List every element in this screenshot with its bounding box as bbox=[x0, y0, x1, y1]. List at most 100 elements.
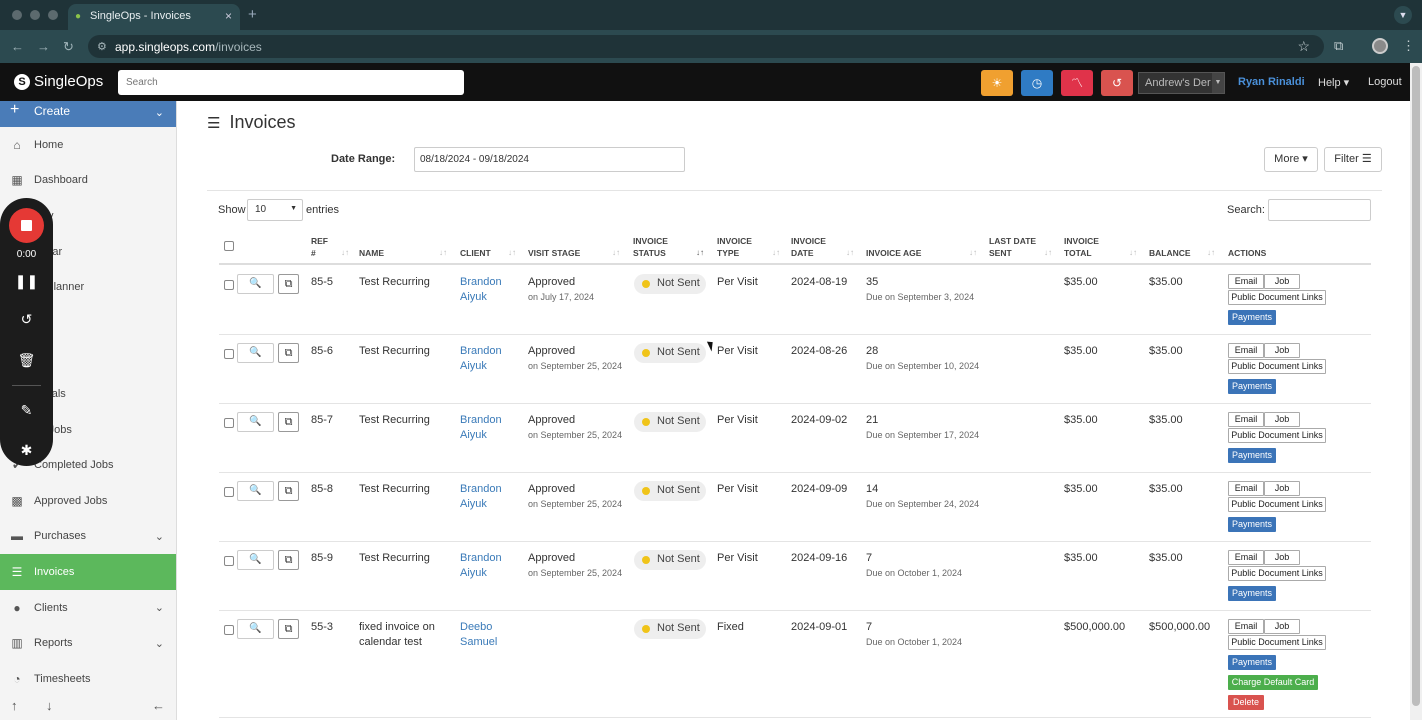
client-link[interactable]: Brandon Aiyuk bbox=[460, 275, 502, 305]
app-logo[interactable]: S SingleOps bbox=[14, 73, 103, 90]
new-tab-icon[interactable]: + bbox=[248, 6, 257, 23]
col-invoice-age[interactable]: INVOICE AGE ↓↑ bbox=[866, 247, 977, 259]
col-ref[interactable]: REF # ↓↑ bbox=[311, 235, 349, 259]
url-field[interactable]: ⚙ app.singleops.com/invoices ☆ bbox=[88, 35, 1324, 58]
view-button[interactable]: 🔍 bbox=[237, 274, 274, 294]
profile-avatar[interactable] bbox=[1372, 38, 1388, 54]
help-menu[interactable]: Help ▾ bbox=[1318, 76, 1349, 89]
extensions-icon[interactable]: ⧉ bbox=[1334, 38, 1343, 54]
pencil-icon[interactable]: ✎ bbox=[0, 402, 53, 419]
row-checkbox[interactable] bbox=[224, 280, 234, 290]
public-document-links-button[interactable]: Public Document Links bbox=[1228, 428, 1326, 443]
scrollbar-thumb[interactable] bbox=[1412, 66, 1420, 706]
sidebar-item-purchases[interactable]: ▬ Purchases ⌄ bbox=[0, 519, 176, 555]
reload-icon[interactable]: ↻ bbox=[63, 39, 74, 55]
view-button[interactable]: 🔍 bbox=[237, 343, 274, 363]
bookmark-star-icon[interactable]: ☆ bbox=[1297, 38, 1310, 55]
email-button[interactable]: Email bbox=[1228, 343, 1264, 358]
browser-menu-icon[interactable]: ⋮ bbox=[1402, 38, 1415, 54]
payments-button[interactable]: Payments bbox=[1228, 448, 1276, 463]
back-icon[interactable]: ← bbox=[11, 39, 24, 54]
col-client[interactable]: CLIENT ↓↑ bbox=[460, 247, 516, 259]
open-external-button[interactable]: ⧉ bbox=[278, 274, 299, 294]
table-search-input[interactable] bbox=[1268, 199, 1371, 221]
email-button[interactable]: Email bbox=[1228, 481, 1264, 496]
create-button[interactable]: + Create ⌄ bbox=[0, 101, 176, 127]
window-controls[interactable] bbox=[12, 10, 58, 20]
collapse-sidebar-icon[interactable]: ← bbox=[152, 698, 165, 713]
global-search-input[interactable] bbox=[118, 70, 464, 95]
public-document-links-button[interactable]: Public Document Links bbox=[1228, 635, 1326, 650]
sidebar-item-approved-jobs[interactable]: ▩ Approved Jobs bbox=[0, 483, 176, 519]
entries-per-page-select[interactable]: 10 ▼ bbox=[247, 199, 303, 221]
open-external-button[interactable]: ⧉ bbox=[278, 412, 299, 432]
view-button[interactable]: 🔍 bbox=[237, 481, 274, 501]
payments-button[interactable]: Payments bbox=[1228, 379, 1276, 394]
col-balance[interactable]: BALANCE ↓↑ bbox=[1149, 247, 1215, 259]
public-document-links-button[interactable]: Public Document Links bbox=[1228, 359, 1326, 374]
browser-tab[interactable]: ● SingleOps - Invoices × bbox=[68, 4, 240, 30]
delete-button[interactable]: Delete bbox=[1228, 695, 1264, 710]
close-tab-icon[interactable]: × bbox=[225, 9, 232, 23]
client-link[interactable]: Brandon Aiyuk bbox=[460, 413, 502, 443]
client-link[interactable]: Brandon Aiyuk bbox=[460, 482, 502, 512]
payments-button[interactable]: Payments bbox=[1228, 586, 1276, 601]
more-dropdown-button[interactable]: More ▾ bbox=[1264, 147, 1318, 172]
site-info-icon[interactable]: ⚙ bbox=[97, 40, 107, 53]
sidebar-item-clients[interactable]: ● Clients ⌄ bbox=[0, 590, 176, 626]
sidebar-item-home[interactable]: ⌂ Home bbox=[0, 127, 176, 163]
charge-default-card-button[interactable]: Charge Default Card bbox=[1228, 675, 1318, 690]
client-link[interactable]: Deebo Samuel bbox=[460, 620, 497, 650]
row-checkbox[interactable] bbox=[224, 418, 234, 428]
history-button[interactable]: ↺ bbox=[1101, 70, 1133, 96]
payments-button[interactable]: Payments bbox=[1228, 655, 1276, 670]
row-checkbox[interactable] bbox=[224, 349, 234, 359]
forward-icon[interactable]: → bbox=[37, 39, 50, 54]
stop-recording-button[interactable] bbox=[9, 208, 44, 243]
user-name-link[interactable]: Ryan Rinaldi bbox=[1238, 76, 1305, 88]
arrow-down-icon[interactable]: ↓ bbox=[46, 698, 53, 713]
row-checkbox[interactable] bbox=[224, 556, 234, 566]
logout-link[interactable]: Logout bbox=[1368, 76, 1402, 88]
open-external-button[interactable]: ⧉ bbox=[278, 343, 299, 363]
col-name[interactable]: NAME ↓↑ bbox=[359, 247, 447, 259]
view-button[interactable]: 🔍 bbox=[237, 619, 274, 639]
public-document-links-button[interactable]: Public Document Links bbox=[1228, 566, 1326, 581]
col-invoice-date[interactable]: INVOICE DATE ↓↑ bbox=[791, 235, 854, 259]
open-external-button[interactable]: ⧉ bbox=[278, 550, 299, 570]
row-checkbox[interactable] bbox=[224, 487, 234, 497]
col-invoice-total[interactable]: INVOICE TOTAL ↓↑ bbox=[1064, 235, 1137, 259]
job-button[interactable]: Job bbox=[1264, 481, 1300, 496]
col-visit-stage[interactable]: VISIT STAGE ↓↑ bbox=[528, 247, 620, 259]
arrow-up-icon[interactable]: ↑ bbox=[11, 698, 18, 713]
email-button[interactable]: Email bbox=[1228, 274, 1264, 289]
email-button[interactable]: Email bbox=[1228, 619, 1264, 634]
view-button[interactable]: 🔍 bbox=[237, 412, 274, 432]
sidebar-item-invoices[interactable]: ☰ Invoices bbox=[0, 554, 176, 590]
client-link[interactable]: Brandon Aiyuk bbox=[460, 344, 502, 374]
clock-button[interactable]: ◷ bbox=[1021, 70, 1053, 96]
col-last-date-sent[interactable]: LAST DATE SENT ↓↑ bbox=[989, 235, 1052, 259]
job-button[interactable]: Job bbox=[1264, 412, 1300, 427]
job-button[interactable]: Job bbox=[1264, 343, 1300, 358]
client-link[interactable]: Brandon Aiyuk bbox=[460, 551, 502, 581]
filter-button[interactable]: Filter ☰ bbox=[1324, 147, 1382, 172]
date-range-input[interactable] bbox=[414, 147, 685, 172]
tab-search-icon[interactable]: ▼ bbox=[1394, 6, 1412, 24]
open-external-button[interactable]: ⧉ bbox=[278, 481, 299, 501]
public-document-links-button[interactable]: Public Document Links bbox=[1228, 290, 1326, 305]
payments-button[interactable]: Payments bbox=[1228, 310, 1276, 325]
public-document-links-button[interactable]: Public Document Links bbox=[1228, 497, 1326, 512]
view-button[interactable]: 🔍 bbox=[237, 550, 274, 570]
email-button[interactable]: Email bbox=[1228, 550, 1264, 565]
col-invoice-status[interactable]: INVOICE STATUS ↓↑ bbox=[633, 235, 704, 259]
trash-icon[interactable]: 🗑 bbox=[0, 352, 53, 369]
job-button[interactable]: Job bbox=[1264, 550, 1300, 565]
job-button[interactable]: Job bbox=[1264, 274, 1300, 289]
activity-button[interactable]: 〽 bbox=[1061, 70, 1093, 96]
col-invoice-type[interactable]: INVOICE TYPE ↓↑ bbox=[717, 235, 780, 259]
sidebar-item-dashboard[interactable]: ▦ Dashboard bbox=[0, 163, 176, 199]
payments-button[interactable]: Payments bbox=[1228, 517, 1276, 532]
restart-icon[interactable]: ↺ bbox=[0, 311, 53, 328]
page-scrollbar[interactable] bbox=[1410, 63, 1422, 720]
